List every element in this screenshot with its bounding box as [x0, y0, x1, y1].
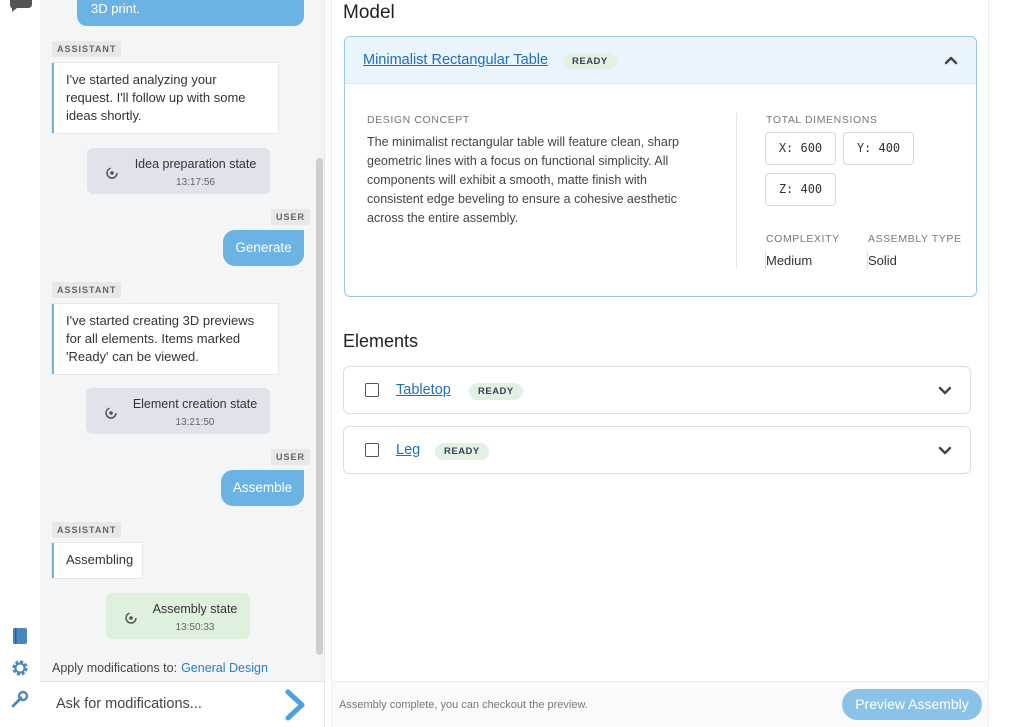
generate-message: Generate — [223, 230, 304, 266]
model-card: Minimalist Rectangular Table READY DESIG… — [344, 36, 977, 297]
chevron-down-icon[interactable] — [938, 386, 952, 396]
model-card-header[interactable]: Minimalist Rectangular Table READY — [345, 37, 976, 84]
preview-assembly-button[interactable]: Preview Assembly — [842, 689, 982, 720]
apply-modifications: Apply modifications to: General Design — [52, 661, 268, 675]
user-tag: USER — [271, 449, 311, 465]
modification-input[interactable]: Ask for modifications... — [56, 696, 202, 712]
apply-target-link[interactable]: General Design — [181, 661, 268, 675]
chat-history[interactable]: 3D print. ASSISTANT I've started analyzi… — [40, 0, 315, 655]
main-panel: Model Minimalist Rectangular Table READY… — [331, 0, 989, 727]
dimension-z: Z: 400 — [765, 173, 836, 206]
elements-heading: Elements — [343, 331, 419, 351]
icon-rail — [0, 0, 40, 727]
assistant-message: I've started creating 3D previews for al… — [52, 304, 278, 374]
state-label: Assembly state — [152, 602, 238, 616]
dimension-y: Y: 400 — [843, 132, 914, 165]
complexity-value: Medium — [766, 253, 813, 268]
chat-scrollbar[interactable] — [316, 158, 323, 655]
divider — [736, 113, 737, 269]
total-dimensions-label: TOTAL DIMENSIONS — [766, 114, 878, 126]
element-row[interactable]: Leg READY — [343, 426, 971, 474]
model-heading: Model — [343, 2, 395, 23]
dimension-x: X: 600 — [765, 132, 836, 165]
design-concept-text: The minimalist rectangular table will fe… — [367, 135, 679, 225]
chat-icon[interactable] — [8, 0, 34, 12]
chevron-up-icon[interactable] — [944, 55, 958, 65]
element-name-link[interactable]: Tabletop — [396, 382, 451, 398]
element-row[interactable]: Tabletop READY — [343, 366, 971, 414]
chat-panel: 3D print. ASSISTANT I've started analyzi… — [40, 0, 325, 727]
state-time: 13:21:50 — [175, 417, 215, 428]
state-time: 13:17:56 — [176, 177, 215, 188]
element-checkbox[interactable] — [365, 383, 379, 397]
assemble-message: Assemble — [221, 470, 304, 506]
send-arrow-icon[interactable] — [282, 689, 308, 721]
state-card[interactable]: Assembly state 13:50:33 — [106, 593, 250, 639]
state-card[interactable]: Element creation state 13:21:50 — [86, 388, 270, 434]
element-checkbox[interactable] — [365, 443, 379, 457]
chevron-down-icon[interactable] — [938, 446, 952, 456]
assembly-type-label: ASSEMBLY TYPE — [868, 233, 962, 245]
status-text: Assembly complete, you can checkout the … — [339, 699, 588, 711]
book-icon[interactable] — [10, 626, 30, 646]
complexity-label: COMPLEXITY — [766, 233, 840, 245]
state-label: Element creation state — [132, 397, 258, 411]
spinner-icon — [125, 612, 137, 624]
assistant-message: Assembling — [52, 543, 142, 578]
element-name-link[interactable]: Leg — [396, 442, 420, 458]
spinner-icon — [106, 167, 118, 179]
modification-input-bar: Ask for modifications... — [40, 681, 324, 727]
assistant-tag: ASSISTANT — [52, 522, 122, 538]
gear-icon[interactable] — [10, 658, 30, 678]
state-time: 13:50:33 — [175, 622, 215, 633]
state-label: Idea preparation state — [134, 157, 257, 171]
assembly-type-value: Solid — [868, 253, 897, 268]
spinner-icon — [105, 407, 117, 419]
state-card[interactable]: Idea preparation state 13:17:56 — [87, 148, 270, 194]
assistant-message: I've started analyzing your request. I'l… — [52, 63, 278, 133]
status-footer: Assembly complete, you can checkout the … — [332, 681, 988, 727]
apply-label: Apply modifications to: — [52, 661, 178, 675]
status-badge: READY — [563, 53, 617, 70]
user-message: 3D print. — [77, 0, 304, 26]
design-concept-label: DESIGN CONCEPT — [367, 114, 470, 126]
status-badge: READY — [435, 443, 489, 460]
status-badge: READY — [469, 383, 523, 400]
wrench-icon[interactable] — [10, 689, 30, 709]
user-tag: USER — [271, 209, 311, 225]
assistant-tag: ASSISTANT — [52, 41, 122, 57]
assistant-tag: ASSISTANT — [52, 282, 122, 298]
model-title-link[interactable]: Minimalist Rectangular Table — [363, 52, 548, 68]
